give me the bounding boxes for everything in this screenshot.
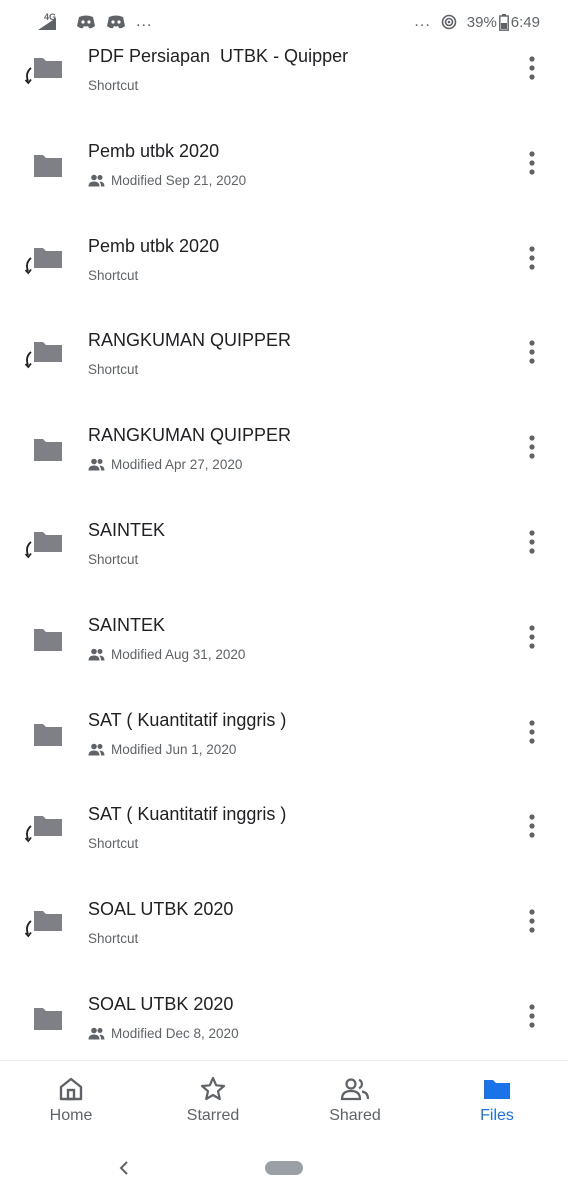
folder-icon xyxy=(22,619,68,665)
file-row[interactable]: SAINTEK Shortcut xyxy=(0,496,568,591)
folder-icon xyxy=(22,714,68,760)
bottom-nav: Home Starred Shared Files xyxy=(0,1060,568,1141)
file-meta-text: Shortcut xyxy=(88,836,139,852)
shared-people-icon xyxy=(88,1027,105,1040)
shared-people-icon xyxy=(88,174,105,187)
file-meta-text: Shortcut xyxy=(88,362,139,378)
file-meta-text: Modified Apr 27, 2020 xyxy=(111,457,243,473)
file-name: PDF Persiapan UTBK - Quipper xyxy=(88,46,349,66)
file-meta: Shortcut xyxy=(88,362,138,377)
file-name: SAT ( Kuantitatif inggris ) xyxy=(88,709,287,730)
file-name: SOAL UTBK 2020 xyxy=(88,994,234,1014)
file-meta: Modified Apr 27, 2020 xyxy=(88,457,242,472)
more-options-button[interactable] xyxy=(516,996,548,1036)
nav-files[interactable]: Files xyxy=(426,1061,568,1141)
people-icon xyxy=(340,1078,370,1101)
file-name: RANGKUMAN QUIPPER xyxy=(88,330,292,351)
shared-people-icon xyxy=(88,743,105,756)
file-meta-text: Modified Jun 1, 2020 xyxy=(111,741,237,757)
more-vert-icon xyxy=(529,435,535,459)
nav-home[interactable]: Home xyxy=(0,1061,142,1141)
back-icon[interactable] xyxy=(112,1156,136,1180)
more-options-button[interactable] xyxy=(516,427,548,467)
shortcut-folder-icon xyxy=(22,897,68,943)
shortcut-folder-icon xyxy=(22,802,68,848)
file-meta: Modified Jun 1, 2020 xyxy=(88,742,236,757)
more-vert-icon xyxy=(529,625,535,649)
more-vert-icon xyxy=(529,909,535,933)
file-name: RANGKUMAN QUIPPER xyxy=(88,425,292,446)
file-meta-text: Shortcut xyxy=(88,931,139,947)
nav-shared-label: Shared xyxy=(329,1107,381,1124)
file-name: SAT ( Kuantitatif inggris ) xyxy=(88,804,287,825)
file-meta-text: Modified Dec 8, 2020 xyxy=(111,1026,239,1041)
nav-starred[interactable]: Starred xyxy=(142,1061,284,1141)
nav-home-label: Home xyxy=(49,1107,93,1124)
file-meta-text: Shortcut xyxy=(88,267,139,283)
file-meta-text: Shortcut xyxy=(88,552,139,567)
file-row[interactable]: SAT ( Kuantitatif inggris ) Modified Jun … xyxy=(0,686,568,781)
file-row[interactable]: RANGKUMAN QUIPPER Modified Apr 27, 2020 xyxy=(0,401,568,496)
file-row[interactable]: SAINTEK Modified Aug 31, 2020 xyxy=(0,591,568,686)
file-row[interactable]: PDF Persiapan UTBK - Quipper Shortcut xyxy=(0,22,568,117)
more-vert-icon xyxy=(529,151,535,175)
more-options-button[interactable] xyxy=(516,48,548,88)
file-meta: Shortcut xyxy=(88,268,138,283)
folder-icon xyxy=(22,145,68,191)
more-vert-icon xyxy=(529,530,535,554)
file-meta: Shortcut xyxy=(88,78,138,93)
more-options-button[interactable] xyxy=(516,617,548,657)
file-row[interactable]: SOAL UTBK 2020 Shortcut xyxy=(0,875,568,970)
more-options-button[interactable] xyxy=(516,332,548,372)
more-vert-icon xyxy=(529,814,535,838)
file-row[interactable]: SAT ( Kuantitatif inggris ) Shortcut xyxy=(0,780,568,875)
file-meta: Shortcut xyxy=(88,931,138,946)
file-meta-text: Modified Sep 21, 2020 xyxy=(111,172,247,188)
more-vert-icon xyxy=(529,1004,535,1028)
home-icon xyxy=(59,1077,83,1101)
more-options-button[interactable] xyxy=(516,143,548,183)
file-meta: Modified Sep 21, 2020 xyxy=(88,173,246,188)
shortcut-folder-icon xyxy=(22,234,68,280)
file-meta: Shortcut xyxy=(88,552,138,567)
nav-shared[interactable]: Shared xyxy=(284,1061,426,1141)
nav-starred-label: Starred xyxy=(186,1107,240,1124)
file-name: Pemb utbk 2020 xyxy=(88,235,220,256)
nav-files-label: Files xyxy=(480,1107,514,1124)
more-options-button[interactable] xyxy=(516,806,548,846)
file-meta: Modified Dec 8, 2020 xyxy=(88,1026,239,1041)
more-options-button[interactable] xyxy=(516,712,548,752)
more-vert-icon xyxy=(529,340,535,364)
file-row[interactable]: Pemb utbk 2020 Shortcut xyxy=(0,212,568,307)
shared-people-icon xyxy=(88,648,105,661)
file-name: SAINTEK xyxy=(88,520,166,540)
more-vert-icon xyxy=(529,56,535,80)
shared-people-icon xyxy=(88,458,105,471)
file-name: SAINTEK xyxy=(88,614,166,635)
file-meta-text: Modified Aug 31, 2020 xyxy=(111,646,246,662)
more-options-button[interactable] xyxy=(516,522,548,562)
file-row[interactable]: Pemb utbk 2020 Modified Sep 21, 2020 xyxy=(0,117,568,212)
shortcut-folder-icon xyxy=(22,518,68,564)
file-row[interactable]: SOAL UTBK 2020 Modified Dec 8, 2020 xyxy=(0,970,568,1065)
folder-icon xyxy=(484,1080,510,1099)
more-options-button[interactable] xyxy=(516,901,548,941)
star-icon xyxy=(200,1076,226,1101)
system-nav-bar xyxy=(0,1140,568,1200)
file-name: SOAL UTBK 2020 xyxy=(88,899,234,920)
more-options-button[interactable] xyxy=(516,238,548,278)
folder-icon xyxy=(22,429,68,475)
file-name: Pemb utbk 2020 xyxy=(88,140,220,161)
home-gesture-pill[interactable] xyxy=(265,1161,303,1175)
shortcut-folder-icon xyxy=(22,328,68,374)
file-meta: Shortcut xyxy=(88,836,138,851)
folder-icon xyxy=(22,998,68,1044)
shortcut-folder-icon xyxy=(22,44,68,90)
more-vert-icon xyxy=(529,245,535,270)
file-meta: Modified Aug 31, 2020 xyxy=(88,647,245,662)
file-row[interactable]: RANGKUMAN QUIPPER Shortcut xyxy=(0,306,568,401)
file-meta-text: Shortcut xyxy=(88,78,139,93)
more-vert-icon xyxy=(529,719,535,744)
